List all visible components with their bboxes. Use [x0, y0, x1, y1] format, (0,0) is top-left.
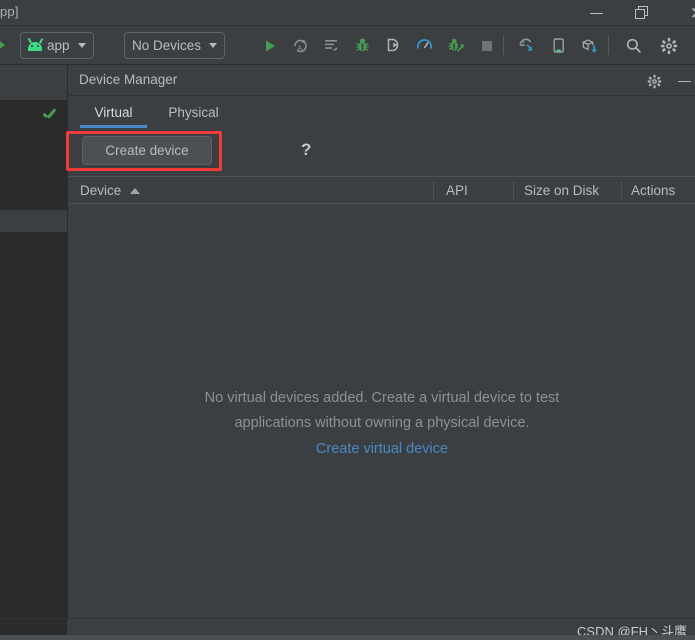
green-checkmark-icon: [41, 107, 57, 123]
editor-area-left-sliver-lower: [0, 232, 67, 620]
android-studio-window: pp] ✕ app No Devices: [0, 0, 695, 640]
column-divider[interactable]: [433, 181, 434, 200]
android-robot-icon: [28, 42, 42, 51]
stop-button[interactable]: [473, 32, 500, 59]
restore-icon: [635, 6, 649, 20]
profiler-button[interactable]: [411, 32, 438, 59]
device-manager-settings-button[interactable]: [642, 69, 666, 93]
box-download-icon: [581, 38, 597, 53]
column-header-device[interactable]: Device: [80, 177, 141, 204]
device-manager-icon: [519, 38, 532, 51]
device-table-body: No virtual devices added. Create a virtu…: [68, 204, 695, 618]
svg-text:A: A: [298, 45, 303, 52]
device-manager-header: Device Manager: [68, 65, 695, 96]
column-header-size-on-disk[interactable]: Size on Disk: [524, 177, 599, 204]
device-table-header: Device API Size on Disk Actions: [68, 176, 695, 204]
play-icon: [265, 40, 275, 51]
search-everywhere-button[interactable]: [620, 32, 647, 59]
minimize-icon: [589, 12, 603, 14]
device-manager-minimize-button[interactable]: [672, 69, 695, 93]
toolbar-separator: [608, 36, 609, 55]
device-manager-panel: Device Manager Virtual Physical Create d…: [66, 65, 695, 618]
run-configuration-label: app: [47, 38, 70, 53]
apply-code-changes-icon: A: [294, 39, 307, 52]
column-header-api[interactable]: API: [446, 177, 468, 204]
window-title: pp]: [0, 4, 19, 19]
device-file-explorer-button[interactable]: [514, 32, 541, 59]
close-icon: ✕: [690, 5, 695, 22]
attach-debugger-button[interactable]: [380, 32, 407, 59]
column-header-device-label: Device: [80, 183, 122, 198]
device-manager-action-bar: Create device ?: [66, 128, 695, 173]
column-divider[interactable]: [513, 181, 514, 200]
navigation-forward-icon[interactable]: [0, 39, 5, 51]
run-button[interactable]: [256, 32, 283, 59]
run-with-coverage-button[interactable]: [442, 32, 469, 59]
chevron-down-icon: [209, 43, 218, 48]
device-manager-title: Device Manager: [79, 72, 178, 87]
close-window-button[interactable]: ✕: [668, 0, 695, 26]
apply-changes-restart-button[interactable]: [318, 32, 345, 59]
profiler-gauge-icon: [416, 38, 433, 49]
column-divider[interactable]: [621, 181, 622, 200]
settings-button[interactable]: [655, 32, 682, 59]
chevron-down-icon: [77, 43, 86, 48]
apply-changes-restart-icon: [325, 40, 338, 52]
help-icon[interactable]: ?: [301, 140, 311, 160]
run-configuration-selector[interactable]: app: [20, 32, 94, 59]
empty-state-line-2: applications without owning a physical d…: [234, 415, 530, 431]
stop-square-icon: [481, 40, 492, 51]
device-target-label: No Devices: [132, 38, 202, 53]
phone-android-icon: [553, 38, 564, 53]
search-icon: [626, 38, 641, 53]
layout-inspector-button[interactable]: [545, 32, 572, 59]
column-header-actions[interactable]: Actions: [631, 177, 675, 204]
coverage-bug-icon: [448, 38, 464, 52]
tab-virtual[interactable]: Virtual: [80, 96, 147, 128]
empty-state-line-1: No virtual devices added. Create a virtu…: [204, 390, 560, 406]
minimize-window-button[interactable]: [573, 0, 619, 26]
empty-state-message: No virtual devices added. Create a virtu…: [68, 386, 695, 458]
attach-debugger-icon: [387, 38, 399, 52]
sort-ascending-icon: [130, 187, 141, 194]
tab-physical[interactable]: Physical: [156, 96, 231, 128]
apply-code-changes-button[interactable]: A: [287, 32, 314, 59]
create-virtual-device-link[interactable]: Create virtual device: [316, 441, 448, 457]
gear-icon: [660, 37, 677, 54]
device-manager-tabs: Virtual Physical: [68, 96, 695, 128]
toolbar-separator: [503, 36, 504, 55]
bug-icon: [356, 38, 369, 52]
sdk-download-button[interactable]: [576, 32, 603, 59]
create-device-button[interactable]: Create device: [82, 136, 212, 165]
restore-window-button[interactable]: [619, 0, 665, 26]
window-title-bar: pp] ✕: [0, 0, 695, 26]
main-toolbar: app No Devices A: [0, 26, 695, 65]
minimize-icon: [677, 80, 691, 82]
device-target-selector[interactable]: No Devices: [124, 32, 226, 59]
window-bottom-edge: [0, 635, 695, 640]
debug-button[interactable]: [349, 32, 376, 59]
gear-icon: [647, 74, 661, 88]
